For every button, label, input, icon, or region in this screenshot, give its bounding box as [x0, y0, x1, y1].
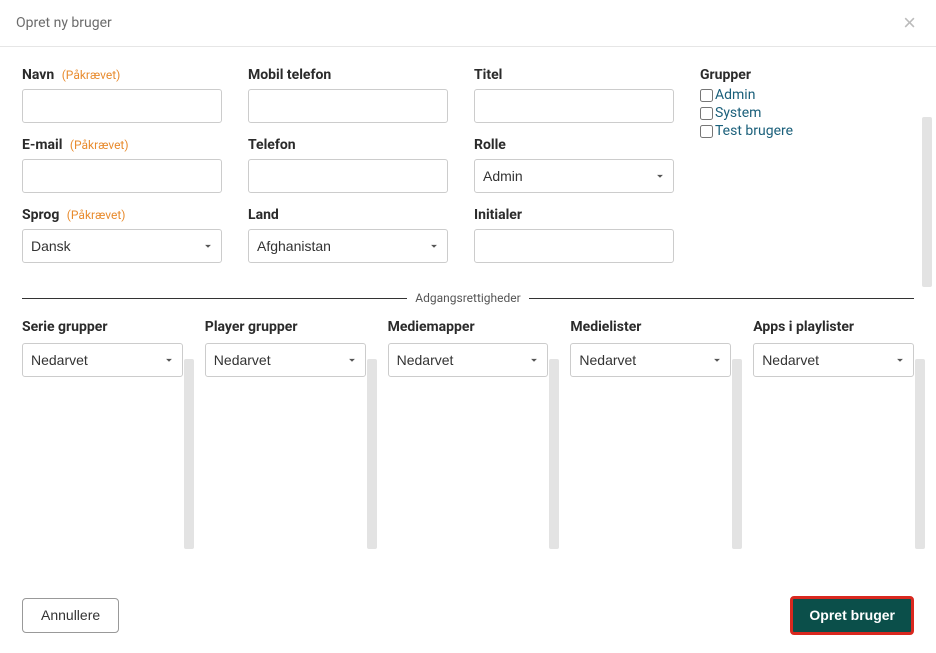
- role-select[interactable]: Admin: [474, 159, 674, 193]
- divider-line-left: [22, 298, 407, 299]
- role-label: Rolle: [474, 137, 674, 153]
- title-label: Titel: [474, 67, 674, 83]
- perm-media-folders-body: [388, 377, 549, 577]
- title-input[interactable]: [474, 89, 674, 123]
- perm-media-lists-select[interactable]: Nedarvet: [570, 343, 731, 377]
- field-mobile: Mobil telefon: [248, 67, 448, 123]
- body-scrollbar[interactable]: [922, 117, 932, 287]
- group-checkbox-admin[interactable]: [700, 89, 713, 102]
- language-label-text: Sprog: [22, 207, 59, 223]
- initials-input[interactable]: [474, 229, 674, 263]
- submit-button[interactable]: Opret bruger: [790, 596, 914, 635]
- modal-title: Opret ny bruger: [16, 15, 112, 31]
- email-label: E-mail (Påkrævet): [22, 137, 222, 153]
- name-label-text: Navn: [22, 67, 54, 83]
- modal-header: Opret ny bruger ×: [0, 0, 936, 47]
- mobile-input[interactable]: [248, 89, 448, 123]
- group-label-system[interactable]: System: [715, 105, 761, 121]
- col-groups: Grupper Admin System Test brugere: [700, 67, 914, 277]
- group-checkbox-test[interactable]: [700, 125, 713, 138]
- name-required: (Påkrævet): [62, 68, 121, 82]
- perm-player-scrollbar[interactable]: [367, 359, 377, 549]
- perm-player-body: [205, 377, 366, 577]
- country-select[interactable]: Afghanistan: [248, 229, 448, 263]
- perm-media-folders: Mediemapper Nedarvet: [388, 319, 549, 577]
- form-top: Navn (Påkrævet) E-mail (Påkrævet) Sprog: [22, 67, 914, 277]
- group-checkbox-system[interactable]: [700, 107, 713, 120]
- name-input[interactable]: [22, 89, 222, 123]
- close-button[interactable]: ×: [899, 12, 920, 34]
- phone-label: Telefon: [248, 137, 448, 153]
- perm-apps-label: Apps i playlister: [753, 319, 914, 335]
- perm-apps-body: [753, 377, 914, 577]
- field-role: Rolle Admin: [474, 137, 674, 193]
- field-title: Titel: [474, 67, 674, 123]
- modal-body: Navn (Påkrævet) E-mail (Påkrævet) Sprog: [0, 47, 936, 578]
- perm-media-folders-select[interactable]: Nedarvet: [388, 343, 549, 377]
- field-phone: Telefon: [248, 137, 448, 193]
- modal-footer: Annullere Opret bruger: [0, 578, 936, 653]
- perm-series-body: [22, 377, 183, 577]
- permissions-divider: Adgangsrettigheder: [22, 291, 914, 305]
- language-label: Sprog (Påkrævet): [22, 207, 222, 223]
- group-label-test[interactable]: Test brugere: [715, 123, 793, 139]
- perm-media-lists-body: [570, 377, 731, 577]
- language-required: (Påkrævet): [67, 208, 126, 222]
- perm-series-scrollbar[interactable]: [184, 359, 194, 549]
- perm-apps: Apps i playlister Nedarvet: [753, 319, 914, 577]
- field-initials: Initialer: [474, 207, 674, 263]
- divider-label: Adgangsrettigheder: [407, 291, 528, 305]
- language-select[interactable]: Dansk: [22, 229, 222, 263]
- perm-series-label: Serie grupper: [22, 319, 183, 335]
- field-country: Land Afghanistan: [248, 207, 448, 263]
- perm-media-lists: Medielister Nedarvet: [570, 319, 731, 577]
- perm-media-lists-label: Medielister: [570, 319, 731, 335]
- create-user-modal: Opret ny bruger × Navn (Påkrævet) E-mail…: [0, 0, 936, 653]
- perm-media-folders-scrollbar[interactable]: [549, 359, 559, 549]
- groups-label: Grupper: [700, 67, 914, 83]
- perm-series-select[interactable]: Nedarvet: [22, 343, 183, 377]
- perm-media-lists-scrollbar[interactable]: [732, 359, 742, 549]
- field-name: Navn (Påkrævet): [22, 67, 222, 123]
- perm-player: Player grupper Nedarvet: [205, 319, 366, 577]
- initials-label: Initialer: [474, 207, 674, 223]
- group-row-admin: Admin: [700, 87, 914, 103]
- email-required: (Påkrævet): [70, 138, 129, 152]
- permissions-row: Serie grupper Nedarvet Player grupper Ne…: [22, 319, 914, 577]
- col-2: Mobil telefon Telefon Land Afghanistan: [248, 67, 448, 277]
- perm-media-folders-label: Mediemapper: [388, 319, 549, 335]
- email-label-text: E-mail: [22, 137, 62, 153]
- name-label: Navn (Påkrævet): [22, 67, 222, 83]
- perm-series: Serie grupper Nedarvet: [22, 319, 183, 577]
- email-input[interactable]: [22, 159, 222, 193]
- field-language: Sprog (Påkrævet) Dansk: [22, 207, 222, 263]
- divider-line-right: [529, 298, 914, 299]
- group-label-admin[interactable]: Admin: [715, 87, 755, 103]
- field-email: E-mail (Påkrævet): [22, 137, 222, 193]
- col-3: Titel Rolle Admin Initialer: [474, 67, 674, 277]
- cancel-button[interactable]: Annullere: [22, 598, 119, 633]
- mobile-label: Mobil telefon: [248, 67, 448, 83]
- col-1: Navn (Påkrævet) E-mail (Påkrævet) Sprog: [22, 67, 222, 277]
- group-row-system: System: [700, 105, 914, 121]
- perm-player-label: Player grupper: [205, 319, 366, 335]
- perm-apps-select[interactable]: Nedarvet: [753, 343, 914, 377]
- perm-player-select[interactable]: Nedarvet: [205, 343, 366, 377]
- group-row-test: Test brugere: [700, 123, 914, 139]
- perm-apps-scrollbar[interactable]: [915, 359, 925, 549]
- country-label: Land: [248, 207, 448, 223]
- phone-input[interactable]: [248, 159, 448, 193]
